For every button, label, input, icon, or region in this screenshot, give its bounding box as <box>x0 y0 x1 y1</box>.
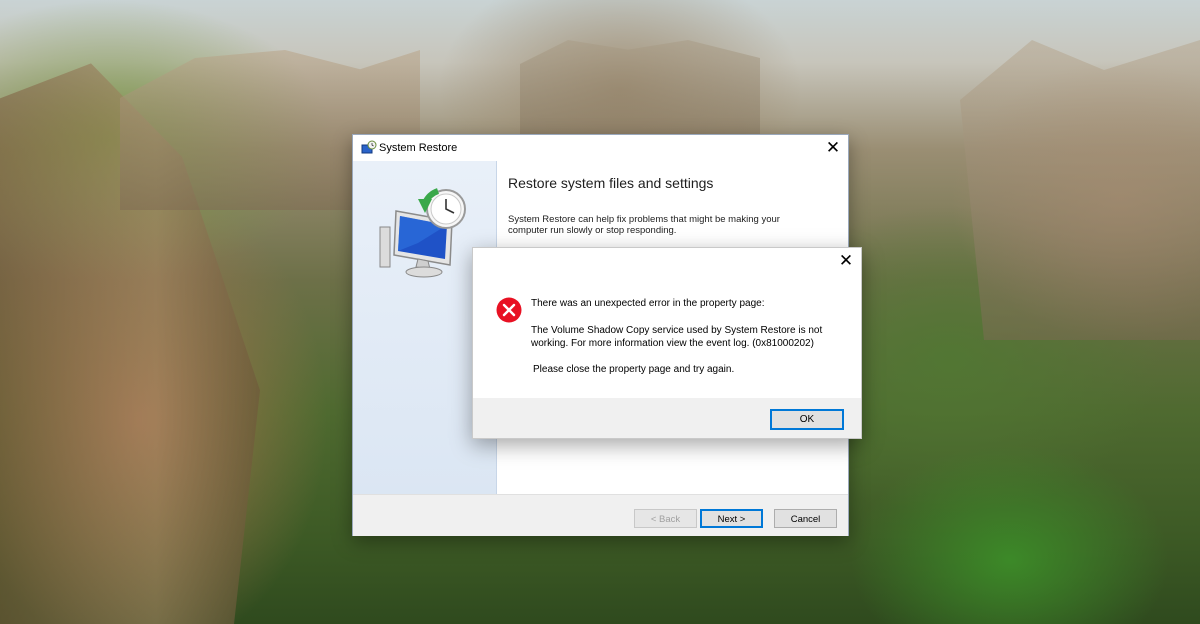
page-description: System Restore can help fix problems tha… <box>508 214 780 236</box>
window-title: System Restore <box>379 142 458 154</box>
next-button[interactable]: Next > <box>700 509 763 528</box>
wallpaper-cliff-right <box>960 40 1200 340</box>
error-icon <box>496 297 522 323</box>
cancel-button[interactable]: Cancel <box>774 509 837 528</box>
error-message-body: The Volume Shadow Copy service used by S… <box>531 325 823 349</box>
ok-button[interactable]: OK <box>770 409 844 430</box>
error-dialog: ✕ There was an unexpected error in the p… <box>472 247 862 439</box>
back-button[interactable]: < Back <box>634 509 697 528</box>
close-icon[interactable]: ✕ <box>818 135 848 161</box>
close-icon[interactable]: ✕ <box>831 248 861 274</box>
system-restore-app-icon <box>361 140 377 154</box>
title-bar[interactable]: System Restore ✕ <box>353 135 848 161</box>
error-message-footer: Please close the property page and try a… <box>533 364 735 375</box>
computer-clock-illustration <box>379 188 466 278</box>
error-message-title: There was an unexpected error in the pro… <box>531 298 765 309</box>
page-heading: Restore system files and settings <box>508 175 714 191</box>
button-bar: < Back Next > Cancel <box>353 494 848 536</box>
error-button-bar: OK <box>473 398 861 438</box>
